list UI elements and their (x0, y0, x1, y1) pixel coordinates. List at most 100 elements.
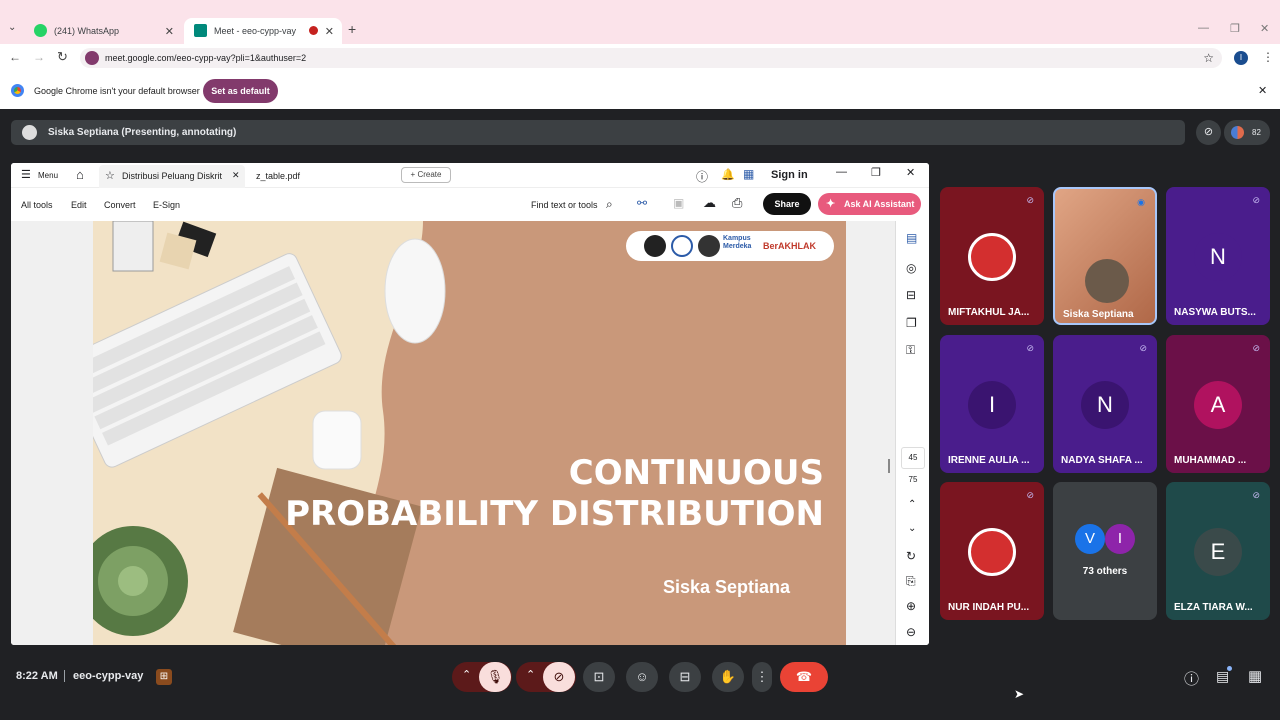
pages-icon[interactable]: ❐ (906, 316, 917, 330)
ask-ai-button[interactable]: ✦ Ask AI Assistant (818, 193, 921, 215)
tab-whatsapp[interactable]: (241) WhatsApp ✕ (24, 18, 182, 44)
print-icon[interactable]: ⎙ (732, 195, 742, 211)
set-default-button[interactable]: Set as default (203, 79, 278, 103)
close-icon[interactable]: ✕ (165, 25, 174, 38)
participant-tile[interactable]: E ELZA TIARA W... ⊘ (1166, 482, 1270, 620)
close-window-icon[interactable]: ✕ (1260, 22, 1269, 35)
separator (64, 670, 65, 682)
close-icon[interactable]: ✕ (325, 25, 334, 38)
shared-pdf-window: ☰ Menu ⌂ ☆ Distribusi Peluang Diskrit ✕ … (11, 163, 929, 645)
tool-edit[interactable]: Edit (71, 200, 87, 210)
meeting-info-icon[interactable]: ⓘ (1184, 668, 1199, 689)
tab-search-icon[interactable]: ⌄ (8, 22, 16, 33)
page-number-current[interactable]: 45 (901, 447, 925, 469)
search-icon[interactable]: ⌕ (606, 197, 613, 212)
restore-icon[interactable]: ❐ (871, 166, 881, 179)
meeting-code: eeo-cypp-vay (73, 670, 144, 682)
ai-link-icon[interactable]: ⚯ (637, 196, 647, 210)
present-screen-button[interactable]: ⊡ (583, 662, 615, 692)
notification-icon[interactable]: 🔔 (721, 168, 735, 181)
zoom-in-icon[interactable]: ⊕ (906, 599, 916, 613)
pdf-page-area[interactable]: Kampus Merdeka BerAKHLAK CONTINUOUS PROBA… (11, 221, 895, 645)
participant-tile[interactable]: N NASYWA BUTS... ⊘ (1166, 187, 1270, 325)
maximize-icon[interactable]: ❐ (1230, 22, 1240, 35)
menu-label[interactable]: Menu (38, 171, 58, 180)
tool-all-tools[interactable]: All tools (21, 200, 53, 210)
microphone-toggle-button[interactable]: 🎙 (479, 662, 511, 692)
more-options-button[interactable]: ⋮ (752, 662, 772, 692)
slide-title-line1: CONTINUOUS (568, 453, 824, 493)
camera-toggle-button[interactable]: ⊘ (543, 662, 575, 692)
hide-tiles-icon[interactable]: ⊘ (1196, 120, 1221, 145)
ai-summary-icon[interactable]: ◎ (906, 261, 916, 275)
bookmark-icon[interactable]: ⊟ (906, 288, 916, 302)
tab-meet[interactable]: Meet - eeo-cypp-vay ✕ (184, 18, 342, 44)
tool-esign[interactable]: E-Sign (153, 200, 180, 210)
extract-icon[interactable]: ⎘ (906, 574, 916, 589)
pdf-right-panel: ▤ ◎ ⊟ ❐ ⚿ 45 75 ⌃ ⌄ ↻ ⎘ ⊕ ⊖ (895, 221, 929, 645)
minimize-icon[interactable]: — (836, 166, 847, 178)
leave-call-button[interactable]: ☎ (780, 662, 828, 692)
rotate-icon[interactable]: ↻ (906, 549, 916, 563)
create-button[interactable]: + Create (401, 167, 451, 183)
slide-author: Siska Septiana (663, 577, 791, 597)
page-up-icon[interactable]: ⌃ (908, 499, 916, 510)
apps-grid-icon[interactable]: ▦ (743, 167, 754, 181)
page-down-icon[interactable]: ⌄ (908, 523, 916, 534)
menu-icon[interactable]: ☰ (21, 168, 31, 181)
infobar-text: Google Chrome isn't your default browser (34, 86, 200, 96)
others-label: 73 others (1082, 566, 1128, 577)
participants-button[interactable]: 82 (1224, 120, 1270, 145)
infobar-close-icon[interactable]: ✕ (1258, 84, 1267, 97)
people-icon (1231, 126, 1244, 139)
bookmark-star-icon[interactable]: ☆ (1203, 48, 1214, 68)
save-icon[interactable]: ▣ (673, 196, 684, 210)
profile-avatar[interactable]: I (1234, 51, 1248, 65)
mic-off-icon: ⊘ (1139, 343, 1147, 353)
forward-icon[interactable]: → (33, 50, 45, 64)
find-tools-input[interactable]: Find text or tools (531, 200, 598, 210)
participant-tile[interactable]: NUR INDAH PU... ⊘ (940, 482, 1044, 620)
sign-in-button[interactable]: Sign in (771, 169, 808, 181)
help-icon[interactable]: ⓘ (696, 168, 708, 185)
slide-title-line2: PROBABILITY DISTRIBUTION (285, 494, 824, 534)
close-icon[interactable]: ✕ (232, 170, 240, 181)
others-tile[interactable]: V I 73 others (1053, 482, 1157, 620)
activities-icon[interactable]: ▦ (1248, 667, 1262, 685)
back-icon[interactable]: ← (9, 50, 21, 64)
pdf-tab-active[interactable]: ☆ Distribusi Peluang Diskrit ✕ (99, 165, 245, 188)
close-window-icon[interactable]: ✕ (906, 166, 915, 179)
upload-icon[interactable]: ☁ (703, 195, 716, 211)
mic-off-icon: ⊘ (1026, 490, 1034, 500)
share-button[interactable]: Share (763, 193, 811, 215)
zoom-out-icon[interactable]: ⊖ (906, 625, 916, 639)
participant-avatar (968, 528, 1016, 576)
raise-hand-button[interactable]: ✋ (712, 662, 744, 692)
new-tab-icon[interactable]: + (348, 21, 356, 37)
tool-convert[interactable]: Convert (104, 200, 136, 210)
recording-icon (309, 26, 318, 35)
pdf-tab-label[interactable]: z_table.pdf (256, 171, 300, 181)
participant-tile[interactable]: A MUHAMMAD ... ⊘ (1166, 335, 1270, 473)
url-input[interactable]: meet.google.com/eeo-cypp-vay?pli=1&authu… (80, 48, 1222, 68)
participant-tile[interactable]: N NADYA SHAFA ... ⊘ (1053, 335, 1157, 473)
scrollbar-handle[interactable] (888, 459, 890, 473)
chrome-menu-icon[interactable]: ⋮ (1262, 50, 1274, 64)
minimize-icon[interactable]: — (1198, 22, 1209, 34)
protect-icon[interactable]: ⚿ (906, 343, 915, 358)
chevron-up-icon[interactable]: ⌃ (526, 668, 535, 681)
participant-tile[interactable]: MIFTAKHUL JA... ⊘ (940, 187, 1044, 325)
comment-icon[interactable]: ▤ (906, 231, 917, 245)
participant-tile[interactable]: Siska Septiana ◉ (1053, 187, 1157, 325)
captions-button[interactable]: ⊟ (669, 662, 701, 692)
home-icon[interactable]: ⌂ (76, 167, 84, 182)
reload-icon[interactable]: ↻ (57, 49, 68, 65)
create-label: Create (417, 170, 442, 179)
host-controls-icon[interactable]: ⊞ (156, 669, 172, 685)
participant-avatar: A (1194, 381, 1242, 429)
reactions-button[interactable]: ☺ (626, 662, 658, 692)
chevron-up-icon[interactable]: ⌃ (462, 668, 471, 681)
site-info-icon[interactable] (85, 51, 99, 65)
participant-tile[interactable]: I IRENNE AULIA ... ⊘ (940, 335, 1044, 473)
participant-name: IRENNE AULIA ... (948, 455, 1030, 466)
